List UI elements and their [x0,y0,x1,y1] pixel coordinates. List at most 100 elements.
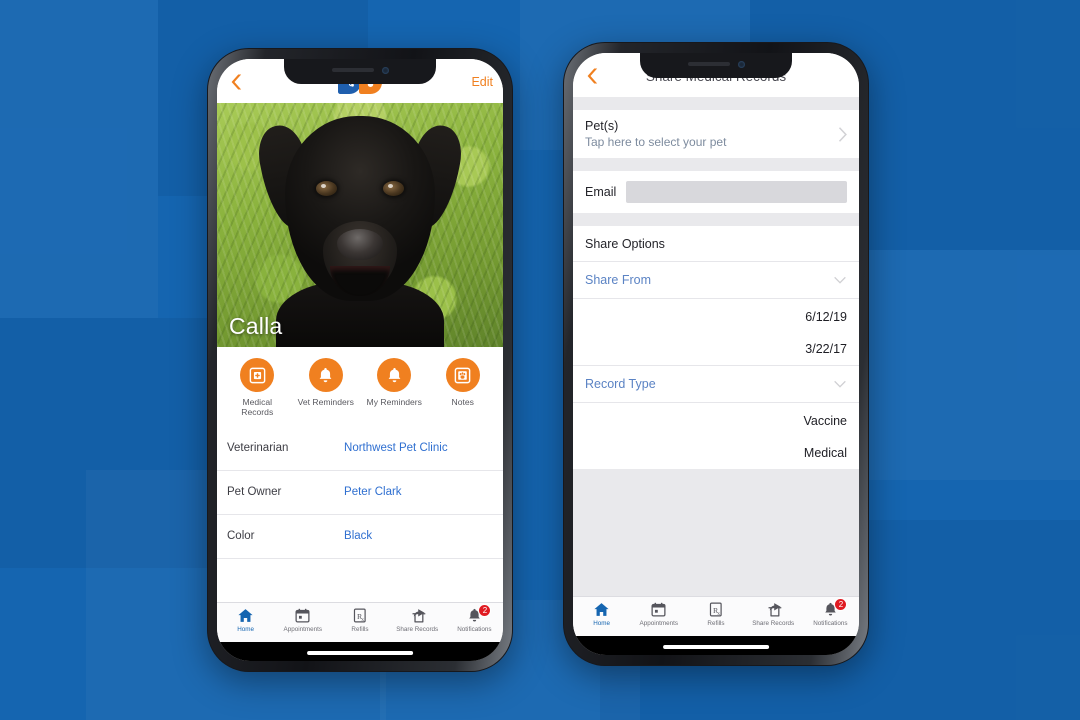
status-badge: 2 [834,598,848,611]
bell-icon [377,358,412,392]
table-row[interactable]: Pet Owner Peter Clark [217,471,503,515]
phone-right-tabbar: Home Appointments R x Refills Share Reco… [573,596,859,636]
chevron-right-icon [838,126,847,142]
tab-refills[interactable]: R x Refills [687,601,744,627]
info-key: Veterinarian [227,442,289,455]
tab-appointments[interactable]: Appointments [630,601,687,627]
record-type-value[interactable]: Medical [573,437,859,469]
tab-home[interactable]: Home [217,607,274,633]
tab-label: Refills [351,626,369,633]
share-options-card: Share Options Share From 6/12/19 3/22/17… [573,226,859,469]
form-filler [573,469,859,527]
pet-section-subtitle: Tap here to select your pet [585,135,727,149]
home-indicator[interactable] [663,645,769,649]
notch [640,53,792,78]
tab-label: Home [593,620,610,627]
edit-button[interactable]: Edit [471,75,493,89]
pet-photo[interactable]: Calla [217,103,503,347]
chevron-left-icon[interactable] [227,72,247,92]
tab-notifications[interactable]: Notifications 2 [446,604,503,633]
pet-section-title: Pet(s) [585,119,619,133]
email-label: Email [585,185,617,199]
info-key: Color [227,530,255,543]
notes-paw-icon [445,358,480,392]
share-icon [412,609,425,623]
share-options-title: Share Options [573,226,859,262]
tab-appointments[interactable]: Appointments [274,607,331,633]
share-from-picker[interactable]: Share From [573,262,859,299]
action-my-reminders[interactable]: My Reminders [360,358,429,418]
calendar-icon [295,608,310,623]
front-camera-icon [737,60,745,68]
quick-actions-row: Medical Records Vet Reminders My Reminde… [217,347,503,427]
action-label: My Reminders [366,397,422,407]
front-camera-icon [381,66,389,74]
phone-right-screen: Share Medical Records Pet(s) Tap here to… [573,53,859,655]
action-label: Medical Records [241,397,274,418]
share-form: Pet(s) Tap here to select your pet Email [573,97,859,596]
bg-block [860,250,1080,480]
phone-left-tabbar: Home Appointments R x Refills Share Reco… [217,602,503,642]
record-type-label: Record Type [585,377,656,391]
phone-left-viewport: Edit Calla Medical Records Vet Reminders… [217,59,503,661]
action-label: Notes [451,397,474,407]
tab-label: Notifications [813,620,848,627]
action-medical-records[interactable]: Medical Records [223,358,292,418]
home-indicator[interactable] [307,651,413,655]
tab-share-records[interactable]: Share Records [389,607,446,633]
action-vet-reminders[interactable]: Vet Reminders [292,358,361,418]
home-icon [594,603,609,616]
tab-home[interactable]: Home [573,601,630,627]
tab-label: Refills [707,620,725,627]
rx-icon: R x [353,608,366,623]
bell-icon [308,358,343,392]
pet-info-list: Veterinarian Northwest Pet Clinic Pet Ow… [217,426,503,602]
tab-label: Share Records [752,620,795,627]
table-row[interactable]: Veterinarian Northwest Pet Clinic [217,427,503,471]
phone-right-viewport: Share Medical Records Pet(s) Tap here to… [573,53,859,655]
tab-label: Home [237,626,254,633]
medical-record-icon [240,358,275,392]
record-type-picker[interactable]: Record Type [573,365,859,403]
phone-left-screen: Edit Calla Medical Records Vet Reminders… [217,59,503,661]
email-field-row: Email [573,171,859,213]
phone-right-device: Share Medical Records Pet(s) Tap here to… [563,42,869,666]
rx-icon: R x [709,602,722,617]
record-type-value[interactable]: Vaccine [573,403,859,437]
tab-refills[interactable]: R x Refills [331,607,388,633]
svg-text:x: x [717,611,720,617]
scene-background: Edit Calla Medical Records Vet Reminders… [0,0,1080,720]
tab-notifications[interactable]: Notifications 2 [802,598,859,627]
tab-label: Notifications [457,626,492,633]
tab-share-records[interactable]: Share Records [745,601,802,627]
email-field[interactable] [626,181,847,203]
action-notes[interactable]: Notes [429,358,498,418]
dog-illustration [217,103,503,347]
bg-block [0,0,158,108]
calendar-icon [651,602,666,617]
home-icon [238,609,253,622]
share-from-value[interactable]: 3/22/17 [573,333,859,365]
notch [284,59,436,84]
earpiece-speaker [331,68,374,72]
bg-block [0,108,158,318]
pet-name-label: Calla [229,313,283,339]
info-value[interactable]: Peter Clark [344,486,402,498]
table-row[interactable]: Color Black [217,515,503,559]
pet-select-card: Pet(s) Tap here to select your pet [573,110,859,158]
share-from-label: Share From [585,273,651,287]
info-value[interactable]: Northwest Pet Clinic [344,442,448,454]
info-key: Pet Owner [227,486,282,499]
chevron-down-icon [834,276,846,284]
pet-selector[interactable]: Pet(s) Tap here to select your pet [573,110,859,158]
action-label: Vet Reminders [297,397,354,407]
info-value[interactable]: Black [344,530,372,542]
earpiece-speaker [687,62,730,66]
status-badge: 2 [478,604,492,617]
tab-label: Share Records [396,626,439,633]
email-card: Email [573,171,859,213]
tab-label: Appointments [283,626,323,633]
share-from-value[interactable]: 6/12/19 [573,299,859,333]
